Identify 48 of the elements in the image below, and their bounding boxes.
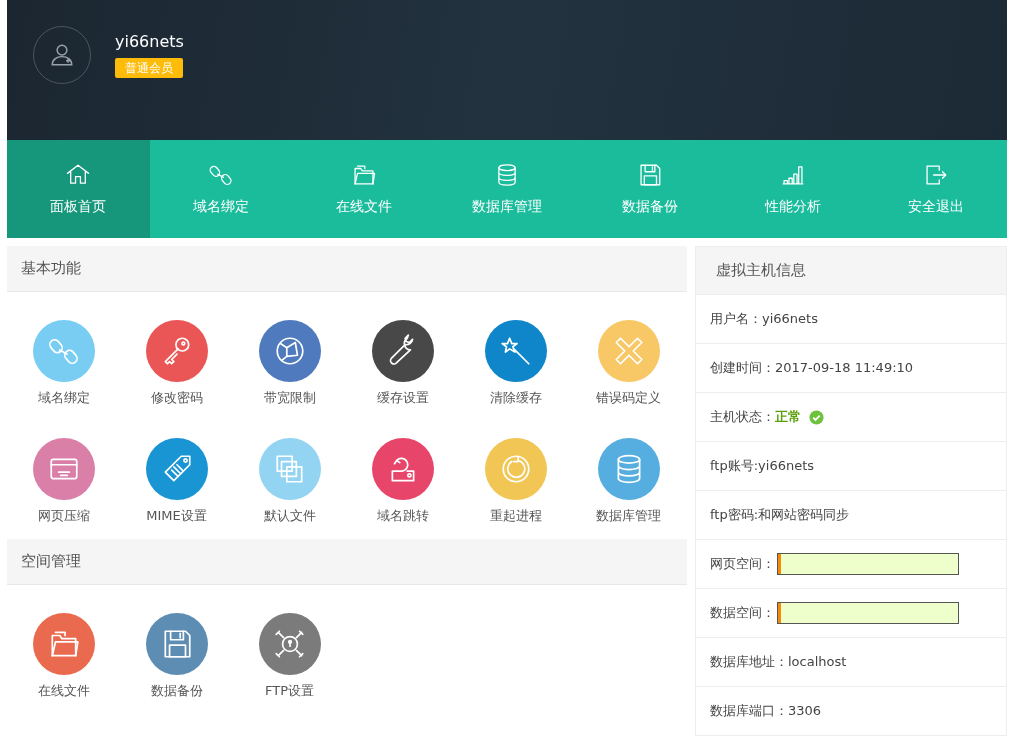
tool-button[interactable]: 域名跳转 xyxy=(346,427,459,525)
tool-label: 数据备份 xyxy=(150,682,203,700)
section-heading: 基本功能 xyxy=(7,246,687,292)
magic-wand-icon xyxy=(498,334,533,368)
tool-label: 域名跳转 xyxy=(376,506,429,525)
info-label: 数据空间： xyxy=(710,604,775,623)
tool-button[interactable]: 缓存设置 xyxy=(346,310,459,408)
info-text: ftp账号:yi66nets xyxy=(710,457,815,476)
tool-button[interactable]: 域名绑定 xyxy=(7,310,120,408)
info-text: 数据库端口：3306 xyxy=(710,702,822,721)
info-text: 数据库地址：localhost xyxy=(710,653,847,672)
tool-button[interactable]: FTP设置 xyxy=(233,603,346,701)
username: yi66nets xyxy=(115,31,184,53)
tool-label: 重起进程 xyxy=(489,506,542,525)
info-text: 创建时间：2017-09-18 11:49:10 xyxy=(710,359,914,378)
tool-label: 修改密码 xyxy=(150,389,203,407)
tool-label: 默认文件 xyxy=(263,506,316,525)
tool-button[interactable]: MIME设置 xyxy=(120,427,233,525)
tool-label: 带宽限制 xyxy=(263,389,316,407)
tool-label: 清除缓存 xyxy=(489,389,542,407)
member-level-badge: 普通会员 xyxy=(115,58,183,78)
info-text: ftp密码:和网站密码同步 xyxy=(710,506,850,525)
tool-button[interactable]: 数据备份 xyxy=(120,603,233,701)
tool-button[interactable]: 清除缓存 xyxy=(459,310,572,408)
tool-label: FTP设置 xyxy=(265,682,314,700)
status-value: 正常 xyxy=(775,408,801,427)
tool-button[interactable]: 数据库管理 xyxy=(572,427,685,525)
tool-button[interactable]: 修改密码 xyxy=(120,310,233,408)
info-label: 网页空间： xyxy=(710,555,775,574)
tool-label: 错误码定义 xyxy=(596,389,661,407)
tool-label: MIME设置 xyxy=(146,506,207,525)
tool-button[interactable]: 在线文件 xyxy=(7,603,120,701)
tool-button[interactable]: 重起进程 xyxy=(459,427,572,525)
tool-button[interactable]: 错误码定义 xyxy=(572,310,685,408)
info-label: 主机状态： xyxy=(710,408,775,427)
tool-button[interactable]: 网页压缩 xyxy=(7,427,120,525)
tool-button[interactable]: 带宽限制 xyxy=(233,310,346,408)
keyhole-network-icon xyxy=(272,627,307,661)
tool-label: 在线文件 xyxy=(37,682,90,700)
tool-label: 域名绑定 xyxy=(37,389,90,407)
tool-label: 网页压缩 xyxy=(37,506,90,525)
tool-label: 数据库管理 xyxy=(596,506,661,525)
section-heading: 空间管理 xyxy=(7,539,687,585)
info-text: 用户名：yi66nets xyxy=(710,310,818,329)
panel-heading: 虚拟主机信息 xyxy=(696,247,1006,294)
tool-label: 缓存设置 xyxy=(376,389,429,407)
nav-tab[interactable]: 面板首页 xyxy=(7,140,150,238)
tool-button[interactable]: 默认文件 xyxy=(233,427,346,525)
